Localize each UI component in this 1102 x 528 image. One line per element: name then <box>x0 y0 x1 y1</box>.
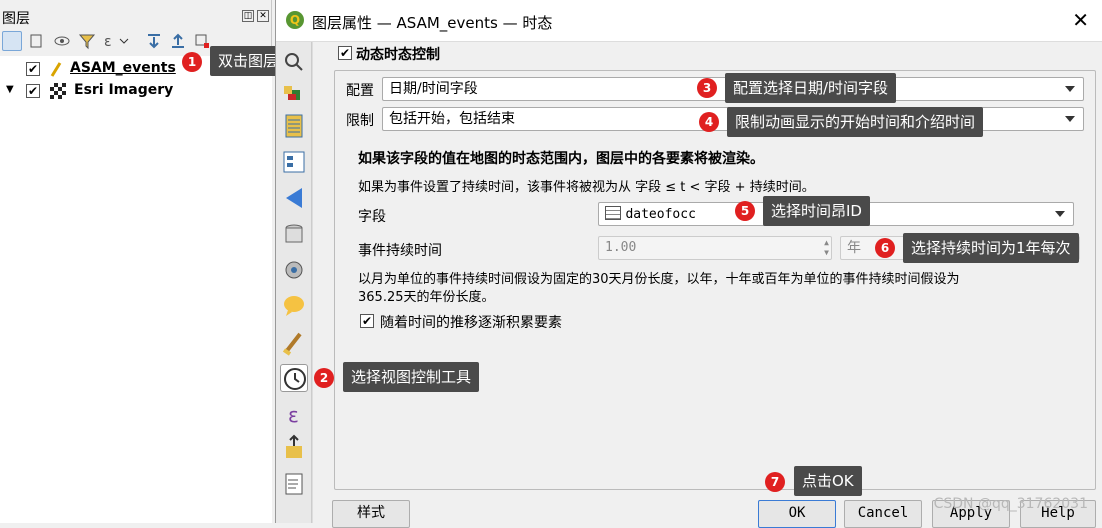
qgis-logo-icon: Q <box>286 11 304 29</box>
info-heading: 如果该字段的值在地图的时态范围内，图层中的各要素将被渲染。 <box>358 151 764 167</box>
annotation-callout: 点击OK <box>794 466 862 496</box>
cancel-button[interactable]: Cancel <box>844 500 922 528</box>
visibility-icon[interactable] <box>52 31 72 51</box>
joins-icon[interactable] <box>280 184 308 212</box>
accumulate-label: 随着时间的推移逐渐积累要素 <box>380 315 562 331</box>
limit-label: 限制 <box>346 113 374 129</box>
svg-text:ε: ε <box>104 34 112 50</box>
chevron-down-icon <box>1065 116 1075 122</box>
search-icon[interactable] <box>280 48 308 76</box>
config-label: 配置 <box>346 83 374 99</box>
actions-icon[interactable] <box>280 256 308 284</box>
expression-filter-icon[interactable]: ε <box>102 31 129 51</box>
annotation-badge: 1 <box>182 52 202 72</box>
field-label: 字段 <box>358 209 386 225</box>
limit-value: 包括开始，包括结束 <box>389 111 515 127</box>
dependencies-icon[interactable] <box>280 470 308 498</box>
close-panel-icon[interactable]: ✕ <box>257 10 269 22</box>
spin-arrows-icon[interactable]: ▲ ▼ <box>824 238 829 258</box>
layer-item[interactable]: ▼ ✔ Esri Imagery <box>0 80 272 102</box>
style-button[interactable]: 样式 <box>332 500 410 528</box>
layers-panel: 图层 ◫ ✕ ε ✔ ASAM_events ▼ ✔ Esri Imagery <box>0 0 272 523</box>
remove-layer-icon[interactable] <box>192 31 212 51</box>
field-value: dateofocc <box>625 207 696 222</box>
float-icon[interactable]: ◫ <box>242 10 254 22</box>
duration-unit-value: 年 <box>847 240 861 256</box>
raster-layer-icon <box>50 83 66 99</box>
annotation-badge: 2 <box>314 368 334 388</box>
close-icon[interactable]: ✕ <box>1072 8 1089 32</box>
duration-label: 事件持续时间 <box>358 243 442 259</box>
note-line-2: 365.25天的年份长度。 <box>358 290 495 305</box>
attributes-form-icon[interactable] <box>280 148 308 176</box>
annotation-callout: 配置选择日期/时间字段 <box>725 73 897 103</box>
annotation-badge: 3 <box>697 78 717 98</box>
metadata-icon[interactable] <box>280 434 308 462</box>
annotation-callout: 选择持续时间为1年每次 <box>903 233 1079 263</box>
config-value: 日期/时间字段 <box>389 81 478 97</box>
duration-value: 1.00 <box>605 240 637 255</box>
annotation-badge: 4 <box>699 112 719 132</box>
point-layer-icon <box>48 60 64 78</box>
expand-arrow-icon[interactable]: ▼ <box>6 84 14 95</box>
add-group-icon[interactable] <box>27 31 47 51</box>
info-text: 如果为事件设置了持续时间，该事件将被视为从 字段 ≤ t < 字段 + 持续时间… <box>358 180 815 195</box>
expand-all-icon[interactable] <box>144 31 164 51</box>
layer-name: Esri Imagery <box>74 82 174 98</box>
annotation-badge: 5 <box>735 201 755 221</box>
annotation-callout: 选择视图控制工具 <box>343 362 480 392</box>
variables-icon[interactable]: ε <box>280 400 308 428</box>
enable-temporal-checkbox[interactable]: ✔ <box>338 46 352 60</box>
annotation-badge: 6 <box>875 238 895 258</box>
rendering-icon[interactable] <box>280 328 308 356</box>
layers-panel-title: 图层 <box>2 11 30 27</box>
information-icon[interactable] <box>280 78 308 106</box>
style-panel-icon[interactable] <box>2 31 22 51</box>
layer-name: ASAM_events <box>70 60 176 76</box>
annotation-badge: 7 <box>765 472 785 492</box>
watermark: CSDN @qq_31762031 <box>933 496 1088 512</box>
layer-tree: ✔ ASAM_events ▼ ✔ Esri Imagery <box>0 56 272 523</box>
temporal-clock-icon[interactable] <box>280 364 308 392</box>
filter-icon[interactable] <box>77 31 97 51</box>
temporal-panel: ✔ 动态时态控制 配置 日期/时间字段 限制 包括开始，包括结束 如果该字段的值… <box>332 42 1102 492</box>
collapse-all-icon[interactable] <box>168 31 188 51</box>
ok-button[interactable]: OK <box>758 500 836 528</box>
calendar-icon <box>605 206 621 220</box>
layer-checkbox[interactable]: ✔ <box>26 84 40 98</box>
annotation-callout: 限制动画显示的开始时间和介绍时间 <box>727 107 984 137</box>
layer-checkbox[interactable]: ✔ <box>26 62 40 76</box>
accumulate-checkbox[interactable]: ✔ <box>360 314 374 328</box>
chevron-down-icon <box>1065 86 1075 92</box>
auxiliary-storage-icon[interactable] <box>280 220 308 248</box>
chevron-down-icon <box>1055 211 1065 217</box>
source-fields-icon[interactable] <box>280 112 308 140</box>
svg-text:ε: ε <box>288 403 299 427</box>
duration-spinbox[interactable]: 1.00 ▲ ▼ <box>598 236 832 260</box>
dialog-titlebar: Q 图层属性 — ASAM_events — 时态 ✕ <box>276 0 1102 42</box>
display-icon[interactable] <box>280 292 308 320</box>
enable-temporal-label: 动态时态控制 <box>356 47 440 63</box>
note-line-1: 以月为单位的事件持续时间假设为固定的30天月份长度，以年，十年或百年为单位的事件… <box>358 272 960 287</box>
dialog-title: 图层属性 — ASAM_events — 时态 <box>312 14 553 32</box>
sidebar-scrollbar[interactable] <box>312 42 330 523</box>
annotation-callout: 选择时间昂ID <box>763 196 870 226</box>
properties-sidebar: ε <box>276 42 312 523</box>
